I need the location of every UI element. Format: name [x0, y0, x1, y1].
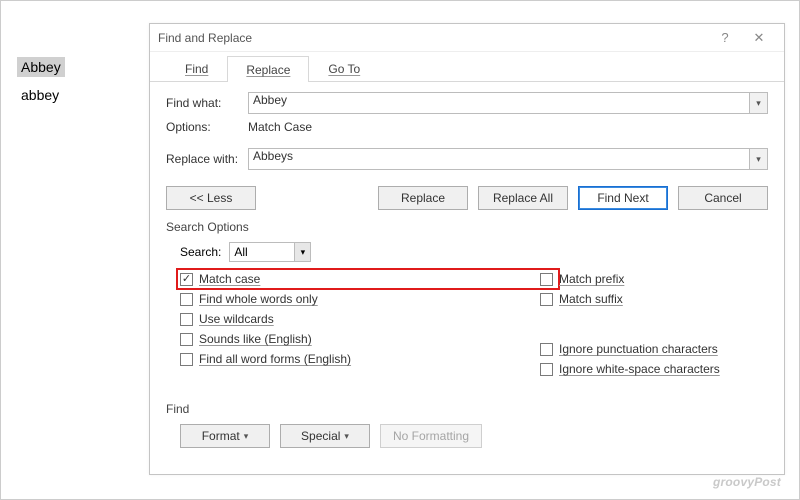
checkbox-icon	[540, 293, 553, 306]
replace-button[interactable]: Replace	[378, 186, 468, 210]
find-replace-dialog: Find and Replace ? ✕ Find Replace Go To …	[149, 23, 785, 475]
checkbox-icon	[540, 343, 553, 356]
find-what-input[interactable]: Abbey	[248, 92, 750, 114]
search-label: Search:	[180, 245, 221, 259]
search-direction-dropdown[interactable]: ▾	[295, 242, 311, 262]
doc-word-selected: Abbey	[17, 57, 65, 77]
watermark: groovyPost	[713, 471, 781, 491]
find-what-dropdown[interactable]: ▾	[750, 92, 768, 114]
options-value: Match Case	[248, 120, 312, 134]
match-suffix-checkbox[interactable]: Match suffix	[540, 292, 720, 306]
ignore-ws-checkbox[interactable]: Ignore white-space characters	[540, 362, 720, 376]
word-forms-checkbox[interactable]: Find all word forms (English)	[180, 352, 540, 366]
checkbox-grid: ✓ Match case Find whole words only Use w…	[180, 272, 768, 376]
checkbox-icon	[540, 273, 553, 286]
options-label: Options:	[166, 120, 248, 134]
format-button[interactable]: Format	[180, 424, 270, 448]
tab-strip: Find Replace Go To	[150, 52, 784, 82]
help-button[interactable]: ?	[708, 30, 742, 45]
less-button[interactable]: << Less	[166, 186, 256, 210]
match-case-highlight: ✓ Match case	[176, 268, 560, 290]
find-section-label: Find	[166, 402, 768, 416]
match-case-checkbox[interactable]: ✓ Match case	[180, 272, 540, 286]
document-area: Abbey abbey	[17, 57, 65, 113]
replace-with-dropdown[interactable]: ▾	[750, 148, 768, 170]
search-options-label: Search Options	[166, 220, 768, 234]
wildcards-checkbox[interactable]: Use wildcards	[180, 312, 540, 326]
tab-goto[interactable]: Go To	[309, 55, 379, 81]
replace-with-label: Replace with:	[166, 152, 248, 166]
checkbox-icon	[180, 333, 193, 346]
replace-with-input[interactable]: Abbeys	[248, 148, 750, 170]
tab-replace[interactable]: Replace	[227, 56, 309, 82]
find-what-label: Find what:	[166, 96, 248, 110]
special-button[interactable]: Special	[280, 424, 370, 448]
search-direction-select[interactable]: All	[229, 242, 295, 262]
checkbox-icon	[180, 313, 193, 326]
dialog-title: Find and Replace	[158, 31, 708, 45]
whole-words-checkbox[interactable]: Find whole words only	[180, 292, 540, 306]
cancel-button[interactable]: Cancel	[678, 186, 768, 210]
checkbox-icon	[540, 363, 553, 376]
find-next-button[interactable]: Find Next	[578, 186, 668, 210]
dialog-body: Find what: Abbey ▾ Options: Match Case R…	[150, 82, 784, 454]
match-prefix-checkbox[interactable]: Match prefix	[540, 272, 720, 286]
replace-all-button[interactable]: Replace All	[478, 186, 568, 210]
checkbox-icon: ✓	[180, 273, 193, 286]
checkbox-icon	[180, 293, 193, 306]
close-button[interactable]: ✕	[742, 30, 776, 46]
tab-find[interactable]: Find	[166, 55, 227, 81]
doc-word: abbey	[17, 85, 63, 105]
titlebar: Find and Replace ? ✕	[150, 24, 784, 52]
sounds-like-checkbox[interactable]: Sounds like (English)	[180, 332, 540, 346]
ignore-punct-checkbox[interactable]: Ignore punctuation characters	[540, 342, 720, 356]
checkbox-icon	[180, 353, 193, 366]
no-formatting-button: No Formatting	[380, 424, 482, 448]
